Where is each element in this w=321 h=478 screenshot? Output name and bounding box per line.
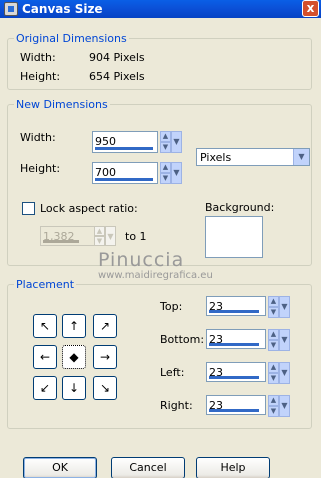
right-spinner[interactable]: ▲ ▼ ▼ <box>268 395 290 417</box>
height-down-icon[interactable]: ▼ <box>160 173 171 184</box>
help-button[interactable]: Help <box>196 457 270 478</box>
right-input[interactable]: 23 <box>206 395 266 415</box>
original-height-value: 654 Pixels <box>89 70 145 83</box>
width-input[interactable]: 950 <box>92 131 158 153</box>
top-down-icon[interactable]: ▼ <box>268 307 279 318</box>
lock-aspect-checkbox[interactable] <box>22 202 35 215</box>
left-input[interactable]: 23 <box>206 362 266 382</box>
bottom-up-icon[interactable]: ▲ <box>268 329 279 340</box>
arrow-down-icon[interactable]: ↓ <box>62 376 86 400</box>
aspect-ratio-input: 1,382 <box>40 226 100 246</box>
placement-legend: Placement <box>14 278 77 291</box>
height-input[interactable]: 700 <box>92 162 158 184</box>
watermark-title: Pinuccia <box>98 249 185 271</box>
arrow-down-right-icon[interactable]: ↘ <box>93 376 117 400</box>
left-down-icon[interactable]: ▼ <box>268 373 279 384</box>
width-up-icon[interactable]: ▲ <box>160 131 171 142</box>
height-label: Height: <box>20 162 61 175</box>
top-input[interactable]: 23 <box>206 296 266 316</box>
arrow-up-icon[interactable]: ↑ <box>62 314 86 338</box>
background-color-swatch[interactable] <box>205 216 263 258</box>
width-dropdown-icon[interactable]: ▼ <box>171 131 182 153</box>
window-title: Canvas Size <box>22 2 103 16</box>
bottom-down-icon[interactable]: ▼ <box>268 340 279 351</box>
original-width-label: Width: <box>20 51 56 64</box>
bottom-dropdown-icon[interactable]: ▼ <box>279 329 290 351</box>
original-width-value: 904 Pixels <box>89 51 145 64</box>
ok-button[interactable]: OK <box>23 457 97 478</box>
left-up-icon[interactable]: ▲ <box>268 362 279 373</box>
arrow-left-icon[interactable]: ← <box>33 345 57 369</box>
left-label: Left: <box>160 366 185 379</box>
top-spinner[interactable]: ▲ ▼ ▼ <box>268 296 290 318</box>
top-slider[interactable] <box>209 310 259 313</box>
aspect-dropdown-icon: ▼ <box>105 226 116 246</box>
width-label: Width: <box>20 131 56 144</box>
arrow-right-icon[interactable]: → <box>93 345 117 369</box>
units-value: Pixels <box>200 151 232 164</box>
right-up-icon[interactable]: ▲ <box>268 395 279 406</box>
height-dropdown-icon[interactable]: ▼ <box>171 162 182 184</box>
width-slider[interactable] <box>95 147 153 150</box>
left-dropdown-icon[interactable]: ▼ <box>279 362 290 384</box>
original-height-label: Height: <box>20 70 61 83</box>
bottom-slider[interactable] <box>209 343 259 346</box>
bottom-spinner[interactable]: ▲ ▼ ▼ <box>268 329 290 351</box>
center-dot-icon[interactable]: ◆ <box>62 345 86 369</box>
width-spinner[interactable]: ▲ ▼ ▼ <box>160 131 182 153</box>
right-label: Right: <box>160 399 193 412</box>
title-bar[interactable]: Canvas Size x <box>0 0 321 18</box>
units-select[interactable]: Pixels ▼ <box>196 148 310 166</box>
right-slider[interactable] <box>209 409 259 412</box>
right-down-icon[interactable]: ▼ <box>268 406 279 417</box>
width-down-icon[interactable]: ▼ <box>160 142 171 153</box>
app-icon <box>4 2 18 16</box>
height-up-icon[interactable]: ▲ <box>160 162 171 173</box>
chevron-down-icon[interactable]: ▼ <box>293 149 309 165</box>
bottom-input[interactable]: 23 <box>206 329 266 349</box>
arrow-up-right-icon[interactable]: ↗ <box>93 314 117 338</box>
aspect-down-icon: ▼ <box>94 236 105 246</box>
watermark-url: www.maidiregrafica.eu <box>98 270 213 281</box>
new-dimensions-legend: New Dimensions <box>14 98 110 111</box>
top-up-icon[interactable]: ▲ <box>268 296 279 307</box>
height-spinner[interactable]: ▲ ▼ ▼ <box>160 162 182 184</box>
left-slider[interactable] <box>209 376 259 379</box>
height-slider[interactable] <box>95 178 153 181</box>
aspect-ratio-spinner: ▲ ▼ ▼ <box>94 226 116 246</box>
arrow-down-left-icon[interactable]: ↙ <box>33 376 57 400</box>
aspect-up-icon: ▲ <box>94 226 105 236</box>
right-dropdown-icon[interactable]: ▼ <box>279 395 290 417</box>
background-label: Background: <box>205 201 275 214</box>
top-label: Top: <box>160 300 183 313</box>
lock-aspect-label[interactable]: Lock aspect ratio: <box>40 202 138 215</box>
aspect-ratio-suffix: to 1 <box>125 230 147 243</box>
original-dimensions-legend: Original Dimensions <box>14 32 129 45</box>
top-dropdown-icon[interactable]: ▼ <box>279 296 290 318</box>
close-button[interactable]: x <box>302 0 319 17</box>
cancel-button[interactable]: Cancel <box>111 457 185 478</box>
bottom-label: Bottom: <box>160 333 205 346</box>
left-spinner[interactable]: ▲ ▼ ▼ <box>268 362 290 384</box>
arrow-up-left-icon[interactable]: ↖ <box>33 314 57 338</box>
aspect-ratio-slider <box>43 240 79 243</box>
